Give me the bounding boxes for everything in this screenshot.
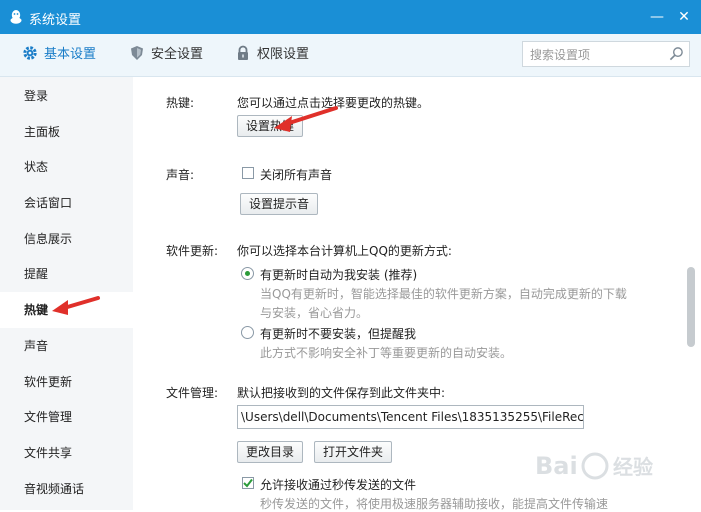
change-directory-button[interactable]: 更改目录 <box>237 441 304 463</box>
tab-basic-settings[interactable]: 基本设置 <box>22 45 96 65</box>
sidebar-item-av-call[interactable]: 音视频通话 <box>0 471 133 507</box>
content-scrollbar[interactable] <box>681 77 701 510</box>
sidebar-item-file-sharing[interactable]: 文件共享 <box>0 435 133 471</box>
software-update-label: 软件更新: <box>166 244 219 258</box>
file-management-description: 默认把接收到的文件保存到此文件夹中: <box>237 386 446 400</box>
sound-label: 声音: <box>166 168 195 182</box>
scrollbar-thumb[interactable] <box>687 267 695 347</box>
annotation-arrow-hotkey-sidebar <box>52 296 100 315</box>
lock-icon <box>238 45 248 60</box>
svg-text:Bai: Bai <box>535 452 578 480</box>
auto-install-desc-line2: 与安装，省心省力。 <box>260 306 369 320</box>
sidebar-item-sound[interactable]: 声音 <box>0 328 133 364</box>
mute-all-sounds-label: 关闭所有声音 <box>260 168 333 182</box>
svg-text:经验: 经验 <box>613 455 653 479</box>
notify-only-radio[interactable] <box>241 326 254 339</box>
sidebar-item-status[interactable]: 状态 <box>0 149 133 185</box>
minimize-button[interactable]: — <box>646 6 668 28</box>
allow-instant-transfer-checkbox[interactable] <box>242 477 254 489</box>
sidebar-item-software-update[interactable]: 软件更新 <box>0 364 133 400</box>
file-management-label: 文件管理: <box>166 386 219 400</box>
auto-install-desc-line1: 当QQ有更新时，智能选择最佳的软件更新方案，自动完成更新的下载 <box>260 287 627 301</box>
search-icon[interactable] <box>669 46 684 61</box>
open-folder-button[interactable]: 打开文件夹 <box>314 441 393 463</box>
sidebar-item-login[interactable]: 登录 <box>0 78 133 114</box>
search-placeholder: 搜索设置项 <box>530 48 591 62</box>
auto-install-label: 有更新时自动为我安装 (推荐) <box>260 268 418 282</box>
tab-label: 基本设置 <box>44 47 97 62</box>
sidebar-item-file-management[interactable]: 文件管理 <box>0 399 133 435</box>
annotation-arrow-hotkey-button <box>274 106 338 132</box>
qq-penguin-icon <box>10 10 22 24</box>
tab-permission-settings[interactable]: 权限设置 <box>235 45 309 65</box>
notify-only-description: 此方式不影响安全补丁等重要更新的自动安装。 <box>260 346 513 360</box>
sidebar-item-main-panel[interactable]: 主面板 <box>0 114 133 150</box>
sidebar-item-info-display[interactable]: 信息展示 <box>0 221 133 257</box>
tab-label: 权限设置 <box>257 47 310 62</box>
window-title: 系统设置 <box>29 13 82 28</box>
search-box[interactable]: 搜索设置项 <box>522 41 690 67</box>
shield-icon <box>131 46 143 60</box>
tab-security-settings[interactable]: 安全设置 <box>129 45 203 65</box>
notify-only-label: 有更新时不要安装，但提醒我 <box>260 327 417 341</box>
close-button[interactable]: ✕ <box>673 6 695 28</box>
mute-all-sounds-checkbox[interactable] <box>242 167 254 179</box>
instant-transfer-description: 秒传发送的文件，将使用极速服务器辅助接收，能提高文件传输速 <box>260 497 609 511</box>
auto-install-radio[interactable] <box>241 267 254 280</box>
receive-folder-path-field[interactable]: \Users\dell\Documents\Tencent Files\1835… <box>237 405 584 429</box>
sidebar-item-chat-window[interactable]: 会话窗口 <box>0 185 133 221</box>
set-notification-sound-button[interactable]: 设置提示音 <box>240 193 319 215</box>
baidu-jingyan-watermark: Bai 经验 <box>535 452 653 480</box>
allow-instant-transfer-label: 允许接收通过秒传发送的文件 <box>260 478 417 492</box>
title-bar: 系统设置 — ✕ <box>0 0 701 34</box>
tab-label: 安全设置 <box>151 47 204 62</box>
hotkey-label: 热键: <box>166 96 195 110</box>
radio-selected-dot <box>245 271 250 276</box>
gear-icon <box>23 46 37 60</box>
check-mark-icon <box>243 478 253 488</box>
software-update-description: 你可以选择本台计算机上QQ的更新方式: <box>237 244 452 258</box>
sidebar-item-reminder[interactable]: 提醒 <box>0 256 133 292</box>
